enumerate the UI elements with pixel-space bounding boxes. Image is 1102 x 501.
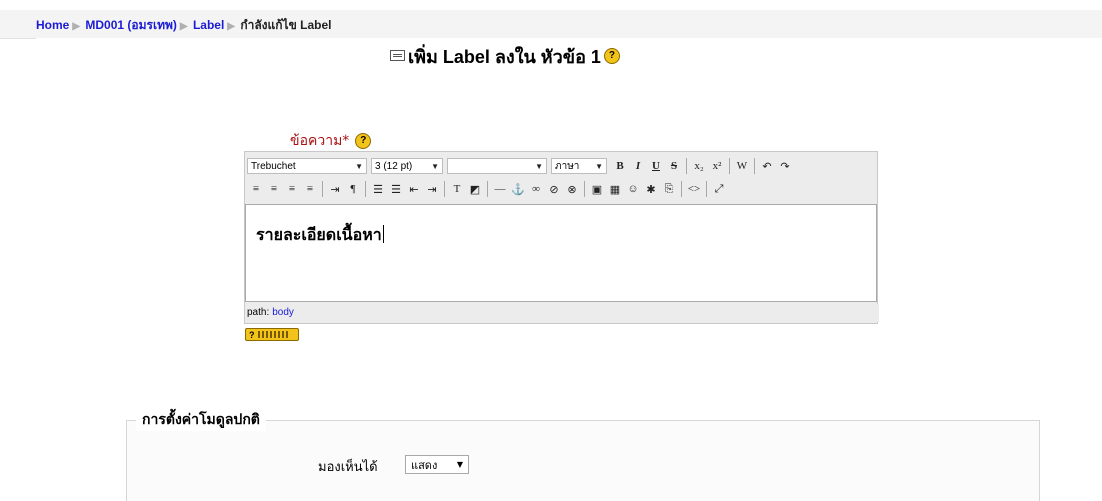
module-settings-fieldset — [126, 420, 1040, 501]
label-module-icon — [390, 50, 405, 61]
image-icon[interactable]: ▣ — [588, 180, 606, 198]
breadcrumb-separator-icon: ▶ — [72, 21, 81, 32]
underline-icon[interactable]: U — [647, 157, 665, 175]
toolbar-separator — [365, 181, 366, 197]
table-icon[interactable]: ▦ — [606, 180, 624, 198]
toolbar-separator — [681, 181, 682, 197]
language-select[interactable]: ภาษา ▼ — [551, 158, 607, 174]
toolbar-row-1: Trebuchet ▼ 3 (12 pt) ▼ ▼ ภาษา ▼ B I U Sx₂ x² W ↶… — [247, 155, 794, 177]
font-size-select[interactable]: 3 (12 pt) ▼ — [371, 158, 443, 174]
editor-toolbar: Trebuchet ▼ 3 (12 pt) ▼ ▼ ภาษา ▼ B I U Sx₂ x² W ↶… — [245, 152, 877, 204]
align-center-icon[interactable]: ≡ — [265, 180, 283, 198]
strikethrough-icon[interactable]: S — [665, 157, 683, 175]
unlink-icon[interactable]: ⊘ — [545, 180, 563, 198]
text-color-icon[interactable]: T — [448, 180, 466, 198]
smiley-icon[interactable]: ☺ — [624, 180, 642, 198]
subscript-icon[interactable]: x₂ — [690, 157, 708, 175]
indent-icon[interactable]: ⇥ — [423, 180, 441, 198]
breadcrumb-home-link[interactable]: Home — [36, 18, 69, 32]
help-icon[interactable]: ? — [603, 48, 620, 65]
outdent-icon[interactable]: ⇤ — [405, 180, 423, 198]
text-caret — [382, 225, 384, 243]
editor-content-text: รายละเอียดเนื้อหา — [256, 223, 384, 248]
page-title: เพิ่ม Label ลงใน หัวข้อ 1 — [408, 47, 601, 67]
redo-icon[interactable]: ↷ — [776, 157, 794, 175]
nolink-icon[interactable]: ⊗ — [563, 180, 581, 198]
align-left-icon[interactable]: ≡ — [247, 180, 265, 198]
link-icon[interactable]: ∞ — [527, 180, 545, 198]
keyboard-icon — [257, 331, 288, 338]
breadcrumb-current: กำลังแก้ไข Label — [240, 18, 332, 32]
chevron-down-icon: ▼ — [595, 161, 603, 171]
rtl-icon[interactable]: ¶ — [344, 180, 362, 198]
fullscreen-icon[interactable]: ⤢ — [710, 180, 728, 198]
toolbar-separator — [322, 181, 323, 197]
justify-icon[interactable]: ≡ — [301, 180, 319, 198]
module-settings-legend: การตั้งค่าโมดูลปกติ — [136, 409, 266, 431]
breadcrumb-module-link[interactable]: Label — [193, 18, 224, 32]
font-family-select[interactable]: Trebuchet ▼ — [247, 158, 367, 174]
toolbar-separator — [754, 158, 755, 174]
format-select[interactable]: ▼ — [447, 158, 547, 174]
path-label: path: — [247, 307, 270, 318]
visible-label: มองเห็นได้ — [318, 460, 378, 475]
language-value: ภาษา — [555, 160, 580, 172]
toolbar-separator — [686, 158, 687, 174]
bg-color-icon[interactable]: ◩ — [466, 180, 484, 198]
unordered-list-icon[interactable]: ☰ — [387, 180, 405, 198]
toolbar-separator — [584, 181, 585, 197]
breadcrumb-separator-icon: ▶ — [227, 21, 235, 32]
editor-text: รายละเอียดเนื้อหา — [256, 225, 382, 244]
editor-content-area[interactable]: รายละเอียดเนื้อหา — [245, 204, 877, 302]
toolbar-separator — [706, 181, 707, 197]
ordered-list-icon[interactable]: ☰ — [369, 180, 387, 198]
toolbar-row-2: ≡ ≡ ≡ ≡ ⇥ ¶ ☰ ☰ ⇤ ⇥ T ◩ — ⚓ ∞ ⊘ ⊗ ▣ ▦ ☺ ✱ ⎘ <> ⤢ — [247, 178, 728, 200]
content-field-label: ข้อความ*? — [290, 130, 372, 152]
breadcrumb-course-link[interactable]: MD001 (อมรเทพ) — [85, 18, 177, 32]
font-family-value: Trebuchet — [251, 160, 296, 172]
search-replace-icon[interactable]: ⎘ — [660, 180, 678, 198]
keyboard-help-glyph: ? — [249, 329, 255, 340]
html-source-icon[interactable]: <> — [685, 180, 703, 198]
breadcrumb-separator-icon: ▶ — [179, 21, 188, 32]
chevron-down-icon: ▼ — [456, 460, 463, 469]
superscript-icon[interactable]: x² — [708, 157, 726, 175]
font-size-value: 3 (12 pt) — [375, 160, 413, 172]
ltr-icon[interactable]: ⇥ — [326, 180, 344, 198]
content-help-icon[interactable]: ? — [355, 133, 372, 149]
align-right-icon[interactable]: ≡ — [283, 180, 301, 198]
special-char-icon[interactable]: ✱ — [642, 180, 660, 198]
breadcrumb: Home ▶ MD001 (อมรเทพ) ▶ Label ▶ กำลังแก้ไข … — [36, 16, 331, 35]
keyboard-help-button[interactable]: ? — [245, 328, 299, 341]
chevron-down-icon: ▼ — [431, 161, 439, 171]
bold-icon[interactable]: B — [611, 157, 629, 175]
horizontal-rule-icon[interactable]: — — [491, 180, 509, 198]
chevron-down-icon: ▼ — [535, 161, 543, 171]
editor-status-path: path: body — [245, 304, 879, 322]
html-editor: Trebuchet ▼ 3 (12 pt) ▼ ▼ ภาษา ▼ B I U Sx₂ x² W ↶… — [244, 151, 879, 324]
toolbar-separator — [487, 181, 488, 197]
visible-select[interactable]: แสดง ▼ — [405, 455, 469, 474]
toolbar-separator — [729, 158, 730, 174]
undo-icon[interactable]: ↶ — [758, 157, 776, 175]
content-label-text: ข้อความ* — [290, 133, 350, 149]
anchor-icon[interactable]: ⚓ — [509, 180, 527, 198]
page-title-row: เพิ่ม Label ลงใน หัวข้อ 1? — [390, 42, 620, 71]
path-body-link[interactable]: body — [272, 307, 294, 318]
chevron-down-icon: ▼ — [355, 161, 363, 171]
italic-icon[interactable]: I — [629, 157, 647, 175]
toolbar-separator — [444, 181, 445, 197]
clean-word-icon[interactable]: W — [733, 157, 751, 175]
visible-value: แสดง — [411, 458, 438, 472]
